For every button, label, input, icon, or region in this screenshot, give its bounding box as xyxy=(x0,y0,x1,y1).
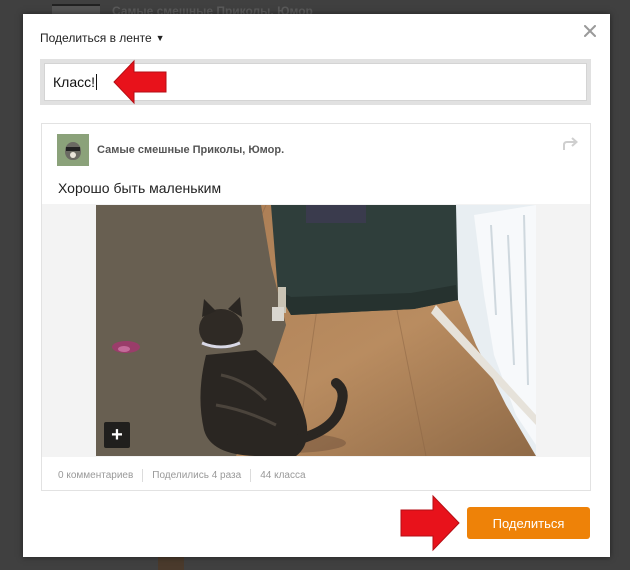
group-avatar[interactable] xyxy=(57,134,89,166)
video-thumbnail[interactable]: + xyxy=(96,205,536,456)
share-submit-button[interactable]: Поделиться xyxy=(467,507,590,539)
reshare-arrow-icon[interactable] xyxy=(562,136,580,152)
comments-count-link[interactable]: 0 комментариев xyxy=(58,470,133,481)
post-text: Хорошо быть маленьким xyxy=(58,180,222,196)
caret-down-icon: ▼ xyxy=(155,33,165,43)
plus-icon: + xyxy=(111,424,123,446)
close-icon xyxy=(584,25,596,37)
share-target-dropdown[interactable]: Поделиться в ленте ▼ xyxy=(40,29,165,47)
background-fragment xyxy=(158,556,184,570)
likes-count-link[interactable]: 44 класса xyxy=(260,470,305,481)
comment-input-value: Класс! xyxy=(53,74,95,90)
shares-count-link[interactable]: Поделились 4 раза xyxy=(152,470,241,481)
post-header: Самые смешные Приколы, Юмор. xyxy=(57,134,284,166)
stats-divider xyxy=(142,468,144,482)
background-thumbnail xyxy=(52,4,100,14)
share-target-label: Поделиться в ленте xyxy=(40,31,152,45)
stats-divider xyxy=(250,468,252,482)
red-arrow-icon xyxy=(113,59,167,105)
red-arrow-icon xyxy=(400,494,460,552)
shared-post-card: Самые смешные Приколы, Юмор. Хорошо быть… xyxy=(41,123,591,491)
add-to-album-button[interactable]: + xyxy=(104,422,130,448)
group-name-link[interactable]: Самые смешные Приколы, Юмор. xyxy=(97,144,284,156)
post-media: + xyxy=(42,204,590,457)
close-button[interactable] xyxy=(580,21,600,41)
video-frame-image xyxy=(96,205,536,456)
post-stats: 0 комментариев Поделились 4 раза 44 клас… xyxy=(58,468,306,482)
text-cursor xyxy=(96,74,97,90)
